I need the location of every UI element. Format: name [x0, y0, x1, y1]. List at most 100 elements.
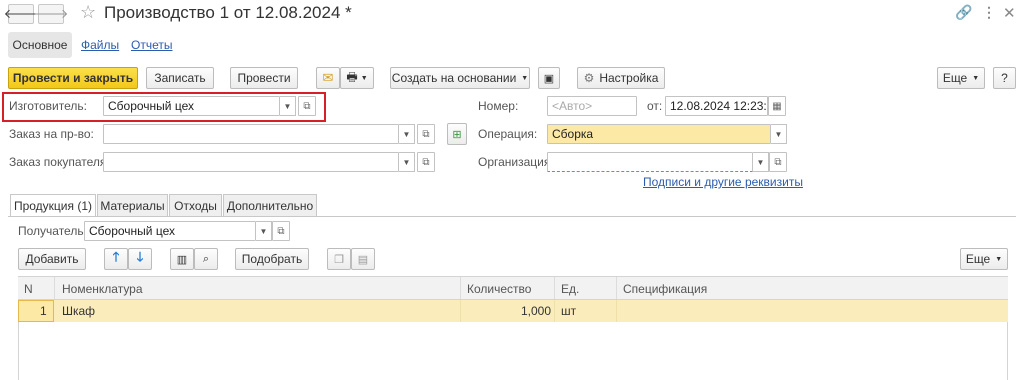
customer-order-field[interactable] [103, 152, 399, 172]
paste-icon: ▤ [357, 253, 369, 266]
production-order-open-button[interactable]: ⧉ [417, 124, 435, 144]
open-icon: ⧉ [277, 225, 285, 237]
grid-more-label: Еще [965, 252, 991, 266]
pick-button[interactable]: Подобрать [235, 248, 309, 270]
email-button[interactable]: ✉ [316, 67, 340, 89]
menu-dots-icon[interactable]: ⋮ [982, 4, 996, 21]
customer-order-label: Заказ покупателя: [9, 155, 110, 169]
col-n[interactable]: N [24, 282, 33, 296]
tab-materials[interactable]: Материалы [97, 194, 168, 216]
manufacturer-field[interactable]: Сборочный цех [103, 96, 280, 116]
row-number-cell[interactable] [18, 300, 54, 322]
col-separator [616, 300, 617, 322]
chevron-down-icon: ▼ [774, 129, 783, 139]
open-icon: ⧉ [422, 156, 430, 168]
copy-button[interactable]: ❐ [327, 248, 351, 270]
calendar-button[interactable]: ▦ [768, 96, 786, 116]
printer-icon: 🖶 [346, 69, 358, 84]
structure-button[interactable]: ▣ [538, 67, 560, 89]
settings-button[interactable]: ⚙ Настройка [577, 67, 665, 89]
paste-button[interactable]: ▤ [351, 248, 375, 270]
col-spec[interactable]: Спецификация [623, 282, 707, 296]
move-down-button[interactable]: 🡓 [128, 248, 152, 270]
production-order-label: Заказ на пр-во: [9, 127, 94, 141]
print-button[interactable]: 🖶 ▼ [340, 67, 374, 89]
col-separator [616, 277, 617, 299]
tab-additional[interactable]: Дополнительно [223, 194, 317, 216]
settings-label: Настройка [599, 71, 659, 85]
col-unit[interactable]: Ед. [561, 282, 579, 296]
create-based-on-button[interactable]: Создать на основании ▼ [390, 67, 530, 89]
section-main[interactable]: Основное [8, 32, 72, 58]
structure-icon: ▣ [543, 72, 555, 85]
organization-label: Организация: [478, 155, 554, 169]
more-button[interactable]: Еще ▼ [937, 67, 985, 89]
back-button[interactable]: 🡐 [4, 4, 38, 24]
barcode-button[interactable]: ▥ [170, 248, 194, 270]
tab-divider [8, 216, 1016, 217]
section-files[interactable]: Файлы [81, 38, 119, 52]
date-field[interactable]: 12.08.2024 12:23:34 [665, 96, 768, 116]
add-button[interactable]: Добавить [18, 248, 86, 270]
customer-order-open-button[interactable]: ⧉ [417, 152, 435, 172]
col-separator [460, 300, 461, 322]
copy-icon: ❐ [334, 253, 344, 266]
table-row[interactable]: 1 Шкаф 1,000 шт [18, 300, 1008, 322]
row-item[interactable]: Шкаф [62, 304, 95, 318]
move-up-button[interactable]: 🡑 [104, 248, 128, 270]
create-based-label: Создать на основании [391, 71, 517, 85]
open-icon: ⧉ [774, 156, 782, 168]
barcode-icon: ▥ [176, 253, 188, 266]
chevron-down-icon: ▼ [360, 74, 368, 82]
tab-products[interactable]: Продукция (1) [10, 194, 96, 217]
col-separator [460, 277, 461, 299]
recipient-open-button[interactable]: ⧉ [272, 221, 290, 241]
section-reports[interactable]: Отчеты [131, 38, 172, 52]
col-separator [54, 277, 55, 299]
forward-button[interactable]: 🡒 [34, 4, 68, 24]
organization-dropdown[interactable]: ▼ [753, 152, 769, 172]
window-title: Производство 1 от 12.08.2024 * [104, 3, 352, 22]
operation-dropdown[interactable]: ▼ [771, 124, 787, 144]
chevron-down-icon: ▼ [756, 157, 765, 167]
number-label: Номер: [478, 99, 519, 113]
post-and-close-button[interactable]: Провести и закрыть [8, 67, 138, 89]
signatures-link[interactable]: Подписи и другие реквизиты [643, 175, 803, 189]
col-qty[interactable]: Количество [467, 282, 531, 296]
chevron-down-icon: ▼ [259, 226, 268, 236]
row-number: 1 [40, 304, 47, 318]
chevron-down-icon: ▼ [995, 255, 1003, 263]
arrow-up-icon: 🡑 [112, 249, 120, 264]
open-icon: ⧉ [303, 100, 311, 112]
row-unit[interactable]: шт [561, 304, 576, 318]
save-button[interactable]: Записать [146, 67, 214, 89]
organization-open-button[interactable]: ⧉ [769, 152, 787, 172]
date-label: от: [647, 99, 663, 113]
operation-field[interactable]: Сборка [547, 124, 771, 144]
fill-from-order-button[interactable]: ⊞ [447, 123, 467, 145]
row-qty[interactable]: 1,000 [521, 304, 551, 318]
close-icon[interactable]: ✕ [1003, 4, 1016, 22]
chevron-down-icon: ▼ [402, 129, 411, 139]
production-order-field[interactable] [103, 124, 399, 144]
link-icon[interactable]: 🔗 [955, 4, 972, 21]
organization-field[interactable] [547, 152, 753, 172]
manufacturer-open-button[interactable]: ⧉ [298, 96, 316, 116]
number-field[interactable]: <Авто> [547, 96, 637, 116]
help-button[interactable]: ? [993, 67, 1016, 89]
scanner-button[interactable]: ⌕ [194, 248, 218, 270]
number-placeholder: <Авто> [552, 99, 593, 113]
customer-order-dropdown[interactable]: ▼ [399, 152, 415, 172]
tab-waste[interactable]: Отходы [169, 194, 222, 216]
col-separator [554, 277, 555, 299]
recipient-dropdown[interactable]: ▼ [256, 221, 272, 241]
col-item[interactable]: Номенклатура [62, 282, 143, 296]
grid-more-button[interactable]: Еще ▼ [960, 248, 1008, 270]
favorite-star-icon[interactable]: ☆ [80, 2, 96, 23]
chevron-down-icon: ▼ [402, 157, 411, 167]
production-order-dropdown[interactable]: ▼ [399, 124, 415, 144]
post-button[interactable]: Провести [230, 67, 298, 89]
operation-label: Операция: [478, 127, 538, 141]
manufacturer-dropdown[interactable]: ▼ [280, 96, 296, 116]
recipient-field[interactable]: Сборочный цех [84, 221, 256, 241]
